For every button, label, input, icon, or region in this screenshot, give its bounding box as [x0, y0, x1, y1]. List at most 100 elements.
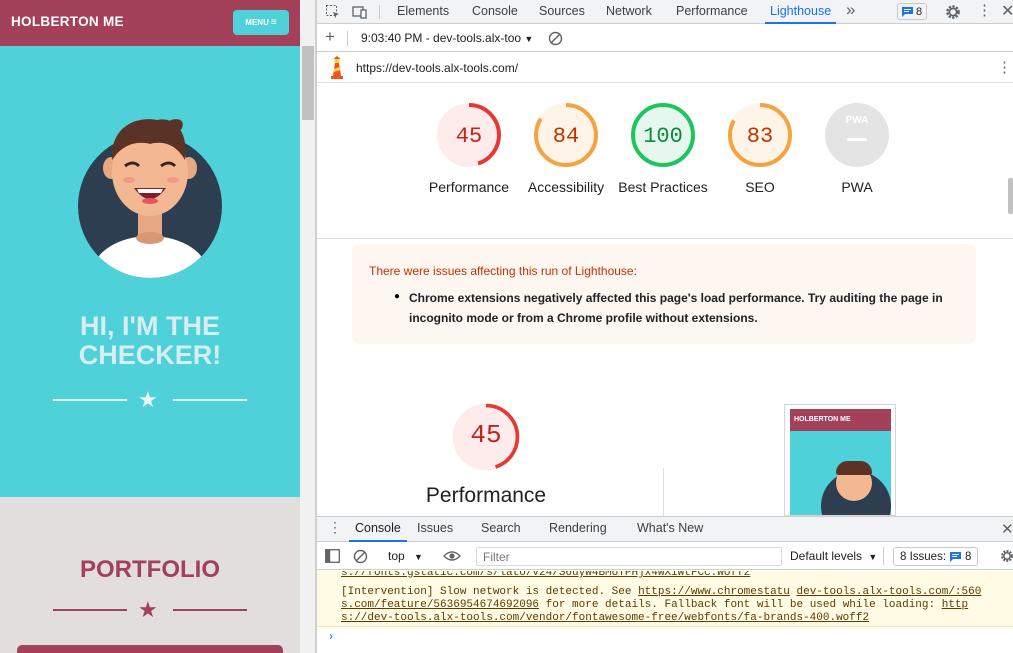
message-icon	[901, 6, 913, 17]
more-tabs-icon[interactable]: »	[846, 0, 855, 20]
console-settings-icon[interactable]	[1000, 549, 1013, 563]
hero-divider: ★	[53, 389, 247, 411]
vertical-divider	[663, 468, 664, 516]
tab-console[interactable]: Console	[472, 0, 518, 24]
score-label: PWA	[841, 179, 873, 195]
warning-box: There were issues affecting this run of …	[352, 244, 976, 344]
log-link[interactable]: http	[942, 599, 968, 611]
portfolio-section: PORTFOLIO ★	[0, 497, 300, 653]
performance-score-large: 45	[470, 420, 502, 450]
console-drawer: ⋮ Console Issues Search Rendering What's…	[317, 516, 1013, 653]
website-preview: HOLBERTON ME MENU ≡ HI, I'M THE CHECKER!…	[0, 0, 300, 653]
pwa-badge-text: PWA	[845, 115, 869, 126]
star-icon: ★	[138, 597, 158, 622]
log-link[interactable]: s://fonts.gstatic.com/s/lato/v24/S6uyw4B…	[341, 571, 750, 580]
hamburger-icon: ≡	[270, 17, 277, 28]
thumbnail-hair	[836, 461, 872, 475]
tab-lighthouse[interactable]: Lighthouse	[765, 0, 837, 24]
clear-console-icon[interactable]	[353, 549, 368, 564]
more-options-icon[interactable]: ⋮	[977, 1, 992, 19]
score-value: 100	[643, 124, 683, 149]
log-link[interactable]: s://dev-tools.alx-tools.com/vendor/fonta…	[341, 612, 869, 624]
lighthouse-report: 45 Performance 84 Accessibility 100 Best…	[317, 84, 1013, 516]
tab-elements[interactable]: Elements	[397, 0, 449, 24]
console-prompt[interactable]: ›	[329, 629, 333, 643]
report-url-bar: https://dev-tools.alx-tools.com/ ⋮	[317, 53, 1013, 83]
dropdown-arrow-icon: ▼	[524, 34, 534, 44]
score-value: 84	[552, 124, 580, 149]
device-toolbar-icon[interactable]	[352, 4, 368, 20]
menu-button[interactable]: MENU ≡	[233, 10, 289, 35]
score-best-practices[interactable]: 100 Best Practices	[618, 103, 708, 195]
context-selector[interactable]: top ▼	[388, 549, 423, 563]
bullet-icon: ●	[394, 291, 401, 302]
score-seo[interactable]: 83 SEO	[720, 103, 800, 195]
report-url[interactable]: https://dev-tools.alx-tools.com/	[356, 61, 518, 75]
report-selector[interactable]: 9:03:40 PM - dev-tools.alx-too ▼	[361, 31, 533, 45]
issues-badge[interactable]: 8	[897, 3, 927, 20]
site-navbar: HOLBERTON ME MENU ≡	[0, 0, 300, 46]
warning-title: There were issues affecting this run of …	[369, 264, 637, 278]
close-devtools-icon[interactable]: ✕	[1001, 1, 1013, 21]
drawer-tab-console[interactable]: Console	[349, 517, 407, 542]
clear-all-icon[interactable]	[548, 31, 563, 46]
score-pwa[interactable]: PWA PWA	[817, 103, 897, 195]
lighthouse-toolbar: + 9:03:40 PM - dev-tools.alx-too ▼	[317, 25, 1013, 52]
log-link[interactable]: https://www.chromestatu	[638, 586, 790, 598]
score-performance[interactable]: 45 Performance	[429, 103, 509, 195]
site-brand[interactable]: HOLBERTON ME	[11, 14, 124, 29]
final-screenshot-thumbnail[interactable]: HOLBERTON ME	[784, 404, 896, 516]
lighthouse-logo-icon	[331, 56, 343, 79]
score-label: Accessibility	[527, 179, 605, 195]
thumbnail-hero	[790, 431, 891, 515]
drawer-tab-issues[interactable]: Issues	[417, 517, 453, 542]
score-value: 45	[455, 124, 483, 149]
thumbnail-brand: HOLBERTON ME	[794, 416, 851, 423]
sidebar-toggle-icon[interactable]	[325, 549, 340, 563]
portfolio-divider: ★	[53, 599, 247, 621]
log-link[interactable]: s.com/feature/5636954674692096	[341, 599, 539, 611]
score-value: 83	[746, 124, 774, 149]
console-warning-message: s://fonts.gstatic.com/s/lato/v24/S6uyw4B…	[317, 571, 1013, 627]
hero-title: HI, I'M THE CHECKER!	[78, 311, 222, 370]
section-divider	[317, 238, 1013, 239]
eye-icon[interactable]	[443, 550, 461, 562]
drawer-menu-icon[interactable]: ⋮	[328, 519, 342, 536]
close-drawer-icon[interactable]: ✕	[1001, 520, 1013, 538]
log-line: [Intervention] Slow network is detected.…	[341, 586, 982, 598]
scrollbar-thumb[interactable]	[1008, 178, 1013, 214]
console-filter-input[interactable]	[476, 547, 782, 566]
console-issues-button[interactable]: 8 Issues: 8	[893, 547, 979, 566]
log-line: s.com/feature/5636954674692096 for more …	[341, 599, 969, 611]
tab-sources[interactable]: Sources	[539, 0, 585, 24]
thumbnail-navbar: HOLBERTON ME	[790, 409, 891, 431]
log-levels-dropdown[interactable]: Default levels ▼	[790, 549, 877, 563]
new-report-plus-icon[interactable]: +	[325, 27, 335, 47]
settings-gear-icon[interactable]	[945, 4, 961, 20]
hero-section: HI, I'M THE CHECKER! ★	[0, 46, 300, 497]
drawer-tab-search[interactable]: Search	[481, 517, 521, 542]
site-scrollbar[interactable]	[300, 0, 316, 653]
log-line: s://dev-tools.alx-tools.com/vendor/fonta…	[341, 612, 869, 625]
scrollbar-thumb[interactable]	[302, 46, 314, 120]
report-scrollbar[interactable]	[1007, 168, 1013, 516]
report-menu-icon[interactable]: ⋮	[997, 58, 1012, 76]
star-icon: ★	[138, 387, 158, 412]
portfolio-title: PORTFOLIO	[80, 556, 220, 583]
score-label: Best Practices	[618, 179, 708, 195]
drawer-tab-whats-new[interactable]: What's New	[637, 517, 703, 542]
portfolio-item[interactable]	[17, 645, 283, 653]
toolbar-divider	[379, 5, 380, 19]
toolbar-divider	[883, 547, 884, 565]
inspect-element-icon[interactable]	[325, 4, 341, 20]
devtools-panel: Elements Console Sources Network Perform…	[316, 0, 1013, 653]
drawer-tabbar: ⋮ Console Issues Search Rendering What's…	[317, 517, 1013, 542]
console-toolbar: top ▼ Default levels ▼ 8 Issues: 8	[317, 543, 1013, 570]
tab-network[interactable]: Network	[606, 0, 652, 24]
score-accessibility[interactable]: 84 Accessibility	[526, 103, 606, 195]
drawer-tab-rendering[interactable]: Rendering	[549, 517, 607, 542]
warning-item: Chrome extensions negatively affected th…	[409, 291, 943, 325]
log-source-link[interactable]: dev-tools.alx-tools.com/:560	[797, 586, 982, 598]
avatar	[78, 119, 222, 278]
tab-performance[interactable]: Performance	[676, 0, 748, 24]
